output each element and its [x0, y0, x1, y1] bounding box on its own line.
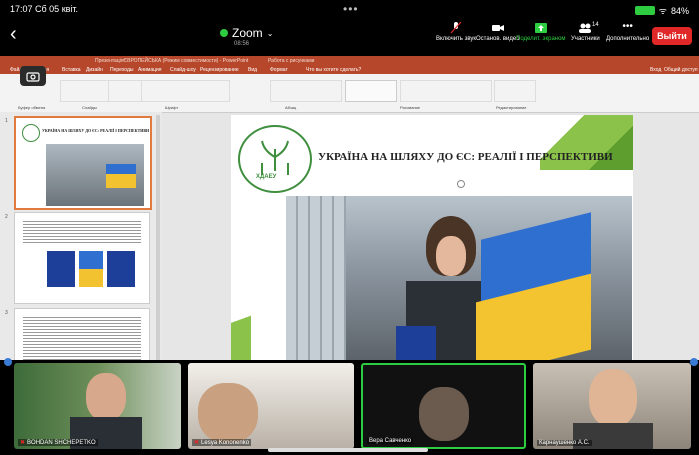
building-background — [286, 196, 346, 364]
share-screen-button[interactable]: Поделит. экраном — [516, 22, 566, 42]
status-right: ᯤ 84% — [634, 4, 689, 17]
eu-flag — [396, 326, 436, 364]
camera-icon — [26, 71, 40, 82]
more-button[interactable]: ••• Дополнительно — [606, 21, 649, 43]
group-clipboard: Буфер обмена — [18, 105, 46, 110]
tell-me-box[interactable]: Что вы хотите сделать? — [306, 67, 361, 73]
microphone-muted-icon: ✖ — [194, 440, 200, 446]
video-camera-icon — [491, 25, 504, 31]
university-logo — [238, 125, 312, 193]
scroll-left-icon[interactable] — [4, 358, 12, 366]
participant-tile[interactable]: ✖ Lesya Kononenko — [188, 363, 354, 449]
slide-title[interactable]: УКРАЇНА НА ШЛЯХУ ДО ЄС: РЕАЛІЇ І ПЕРСПЕК… — [318, 151, 613, 163]
rotate-handle[interactable] — [457, 180, 465, 188]
slide-thumbnail-panel: 1 УКРАЇНА НА ШЛЯХУ ДО ЄС: РЕАЛІЇ І ПЕРСП… — [0, 112, 162, 368]
signin-link[interactable]: Вход — [650, 67, 661, 73]
microphone-muted-icon — [450, 22, 462, 34]
battery-charging-icon — [634, 6, 655, 15]
woman-face — [436, 236, 466, 276]
tab-animation[interactable]: Анимация — [138, 67, 161, 73]
ribbon: Буфер обмена Слайды Шрифт Абзац Рисовани… — [0, 74, 699, 113]
meeting-timer: 08:56 — [234, 41, 250, 47]
tab-view[interactable]: Вид — [248, 67, 257, 73]
thumbnail-scrollbar[interactable] — [156, 115, 160, 365]
font-controls[interactable] — [108, 80, 230, 102]
participants-icon — [579, 23, 592, 33]
unmute-button[interactable]: Включить звук — [436, 22, 476, 42]
meeting-info-button[interactable]: Zoom ⌄ — [220, 26, 273, 40]
multitask-dots[interactable]: ••• — [343, 2, 359, 16]
picture-tools-label: Работа с рисунками — [268, 58, 315, 64]
group-font: Шрифт — [165, 105, 179, 110]
battery-percent: 84% — [670, 5, 689, 16]
powerpoint-title-bar: ПрезентаціяЄВРОПЕЙСЬКА (Режим совместимо… — [0, 56, 699, 65]
tab-design[interactable]: Дизайн — [86, 67, 103, 73]
slide-thumbnail[interactable]: УКРАЇНА НА ШЛЯХУ ДО ЄС: РЕАЛІЇ І ПЕРСПЕК… — [14, 116, 152, 210]
text-block — [23, 315, 141, 361]
slide-thumbnail[interactable] — [14, 212, 150, 304]
scroll-right-icon[interactable] — [690, 358, 698, 366]
text-block — [23, 219, 141, 245]
logo-text: ХДАЕУ — [256, 174, 277, 180]
tab-format[interactable]: Формат — [270, 67, 288, 73]
ribbon-tabs: Файл Главная Вставка Дизайн Переходы Ани… — [0, 65, 699, 74]
more-icon: ••• — [622, 21, 633, 32]
group-drawing: Рисование — [400, 105, 421, 110]
group-slides: Слайды — [82, 105, 97, 110]
camera-switch-button[interactable] — [20, 66, 46, 86]
shapes-gallery[interactable] — [345, 80, 397, 102]
participant-face — [198, 383, 258, 443]
participant-face — [589, 369, 637, 427]
tab-insert[interactable]: Вставка — [62, 67, 81, 73]
share-link[interactable]: Общий доступ — [664, 67, 698, 73]
photo-thumbnail — [46, 144, 144, 206]
meeting-title: Zoom — [232, 26, 263, 40]
drawing-controls[interactable] — [400, 80, 492, 102]
participant-name: Карнаушенко А.С. — [537, 440, 592, 446]
shield-icon — [220, 29, 228, 37]
participant-name: Вера Савченко — [367, 438, 414, 444]
plant-icon — [261, 140, 289, 175]
eu-flag-image — [47, 251, 75, 287]
participant-tile-active-speaker[interactable]: Вера Савченко — [361, 363, 526, 449]
logo-thumbnail — [22, 124, 40, 142]
share-screen-icon — [534, 23, 547, 33]
home-indicator[interactable] — [268, 448, 428, 452]
participant-face — [419, 387, 469, 441]
tab-transitions[interactable]: Переходы — [110, 67, 133, 73]
ukraine-flag-image — [79, 251, 103, 269]
editing-controls[interactable] — [494, 80, 536, 102]
decorative-green-shape — [231, 290, 251, 365]
status-time: 17:07 Сб 05 квіт. — [10, 4, 79, 14]
participant-tile[interactable]: ✖ BOHDAN SHCHEPETKO — [14, 363, 181, 449]
document-title: ПрезентаціяЄВРОПЕЙСЬКА (Режим совместимо… — [95, 58, 249, 64]
paragraph-controls[interactable] — [270, 80, 342, 102]
tab-review[interactable]: Рецензирование — [200, 67, 239, 73]
slide-thumbnail[interactable] — [14, 308, 150, 368]
microphone-muted-icon: ✖ — [20, 440, 26, 446]
group-editing: Редактирование — [496, 105, 527, 110]
tab-slideshow[interactable]: Слайд-шоу — [170, 67, 196, 73]
participant-name: ✖ Lesya Kononenko — [192, 439, 252, 446]
leave-button[interactable]: Выйти — [652, 27, 692, 45]
status-bar: 17:07 Сб 05 квіт. ••• ᯤ 84% — [0, 0, 699, 20]
participant-face — [86, 373, 126, 421]
wifi-icon: ᯤ — [658, 6, 667, 16]
participant-tile[interactable]: Карнаушенко А.С. — [533, 363, 691, 449]
group-paragraph: Абзац — [285, 105, 297, 110]
slide-photo[interactable] — [286, 196, 632, 379]
chevron-down-icon: ⌄ — [266, 28, 274, 38]
back-button[interactable]: ‹ — [10, 24, 17, 44]
stop-video-button[interactable]: Останов. видео — [476, 22, 520, 42]
participant-name: ✖ BOHDAN SHCHEPETKO — [18, 439, 98, 446]
participants-count: 14 — [592, 22, 599, 28]
